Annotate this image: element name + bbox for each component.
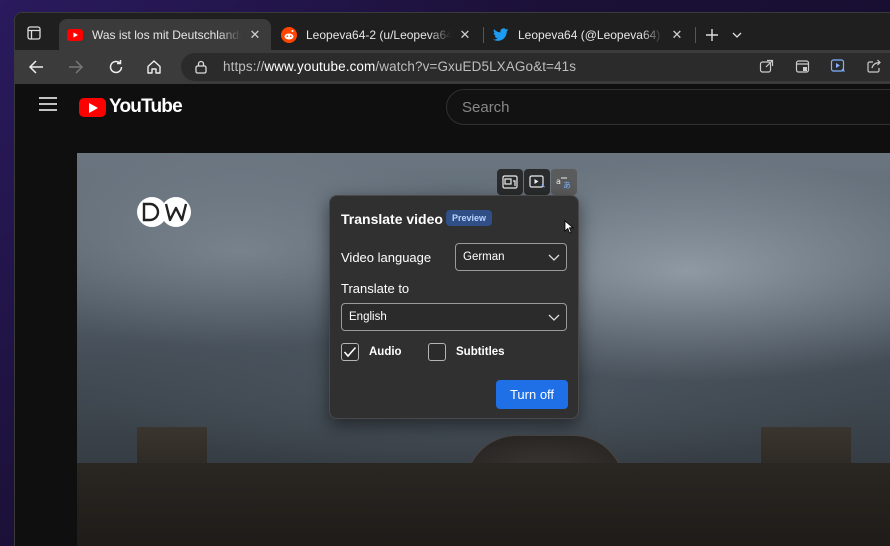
app-available-icon[interactable] bbox=[795, 59, 810, 79]
youtube-play-icon bbox=[79, 97, 106, 117]
subtitles-checkbox[interactable] bbox=[428, 343, 446, 361]
browser-window: Was ist los mit Deutschlands Wirtschaft?… bbox=[14, 12, 890, 546]
svg-text:a: a bbox=[556, 177, 561, 186]
translate-to-value: English bbox=[349, 311, 387, 323]
audio-label: Audio bbox=[369, 346, 402, 358]
chevron-down-icon[interactable] bbox=[727, 24, 747, 46]
open-in-app-icon[interactable] bbox=[759, 59, 774, 79]
tab-actions-icon[interactable] bbox=[23, 22, 45, 44]
search-input[interactable]: Search bbox=[446, 89, 890, 125]
chevron-down-icon bbox=[548, 254, 560, 261]
video-translate-icon[interactable] bbox=[830, 58, 846, 79]
url-text: https://www.youtube.com/watch?v=GxuED5LX… bbox=[223, 59, 577, 74]
youtube-page: YouTube Search aあ Translate video Previe… bbox=[15, 84, 890, 546]
tab-title: Leopeva64-2 (u/Leopeva64-2) - Reddit bbox=[306, 27, 451, 42]
video-play-sparkle-icon[interactable] bbox=[524, 169, 550, 195]
video-language-select[interactable]: German bbox=[455, 243, 567, 271]
hamburger-menu-icon[interactable] bbox=[39, 97, 59, 113]
forward-arrow-icon[interactable] bbox=[63, 55, 89, 79]
svg-text:あ: あ bbox=[563, 181, 571, 189]
picture-in-picture-icon[interactable] bbox=[497, 169, 523, 195]
tab-strip: Was ist los mit Deutschlands Wirtschaft?… bbox=[15, 13, 890, 50]
lock-icon[interactable] bbox=[195, 60, 207, 79]
close-icon[interactable]: ✕ bbox=[247, 27, 263, 43]
dw-logo bbox=[137, 197, 191, 227]
tab-separator bbox=[483, 27, 484, 43]
translate-to-select[interactable]: English bbox=[341, 303, 567, 331]
mouse-cursor-icon bbox=[564, 220, 574, 234]
tab-twitter[interactable]: Leopeva64 (@Leopeva64) / Twitter ✕ bbox=[485, 19, 693, 50]
refresh-icon[interactable] bbox=[103, 55, 129, 79]
translate-video-popup: Translate video Preview Video language G… bbox=[329, 195, 579, 419]
address-bar[interactable]: https://www.youtube.com/watch?v=GxuED5LX… bbox=[181, 53, 890, 81]
video-building bbox=[77, 427, 890, 546]
video-language-value: German bbox=[463, 251, 505, 263]
twitter-icon bbox=[493, 27, 509, 43]
preview-badge: Preview bbox=[446, 210, 493, 226]
audio-checkbox[interactable] bbox=[341, 343, 359, 361]
back-arrow-icon[interactable] bbox=[23, 55, 49, 79]
close-icon[interactable]: ✕ bbox=[457, 27, 473, 43]
video-language-label: Video language bbox=[341, 250, 432, 265]
search-placeholder: Search bbox=[462, 99, 510, 116]
tab-reddit[interactable]: Leopeva64-2 (u/Leopeva64-2) - Reddit ✕ bbox=[273, 19, 481, 50]
translate-icon[interactable]: aあ bbox=[551, 169, 577, 195]
reddit-icon bbox=[281, 26, 297, 43]
tab-title: Leopeva64 (@Leopeva64) / Twitter bbox=[518, 27, 663, 42]
popup-title: Translate video bbox=[341, 211, 443, 227]
translate-to-label: Translate to bbox=[341, 281, 410, 296]
chevron-down-icon bbox=[548, 314, 560, 321]
tab-title: Was ist los mit Deutschlands Wirtschaft? bbox=[92, 27, 241, 42]
youtube-logo[interactable]: YouTube bbox=[79, 96, 183, 118]
checkmark-icon bbox=[343, 346, 357, 358]
home-icon[interactable] bbox=[141, 55, 167, 79]
tab-youtube[interactable]: Was ist los mit Deutschlands Wirtschaft?… bbox=[59, 19, 271, 50]
tab-separator bbox=[695, 27, 696, 43]
youtube-wordmark: YouTube bbox=[109, 96, 183, 117]
new-tab-plus-icon[interactable] bbox=[701, 24, 723, 46]
subtitles-label: Subtitles bbox=[456, 346, 505, 358]
close-icon[interactable]: ✕ bbox=[669, 27, 685, 43]
share-icon[interactable] bbox=[866, 58, 882, 79]
youtube-icon bbox=[67, 27, 83, 43]
browser-toolbar: https://www.youtube.com/watch?v=GxuED5LX… bbox=[15, 50, 890, 84]
turn-off-button[interactable]: Turn off bbox=[496, 380, 568, 409]
